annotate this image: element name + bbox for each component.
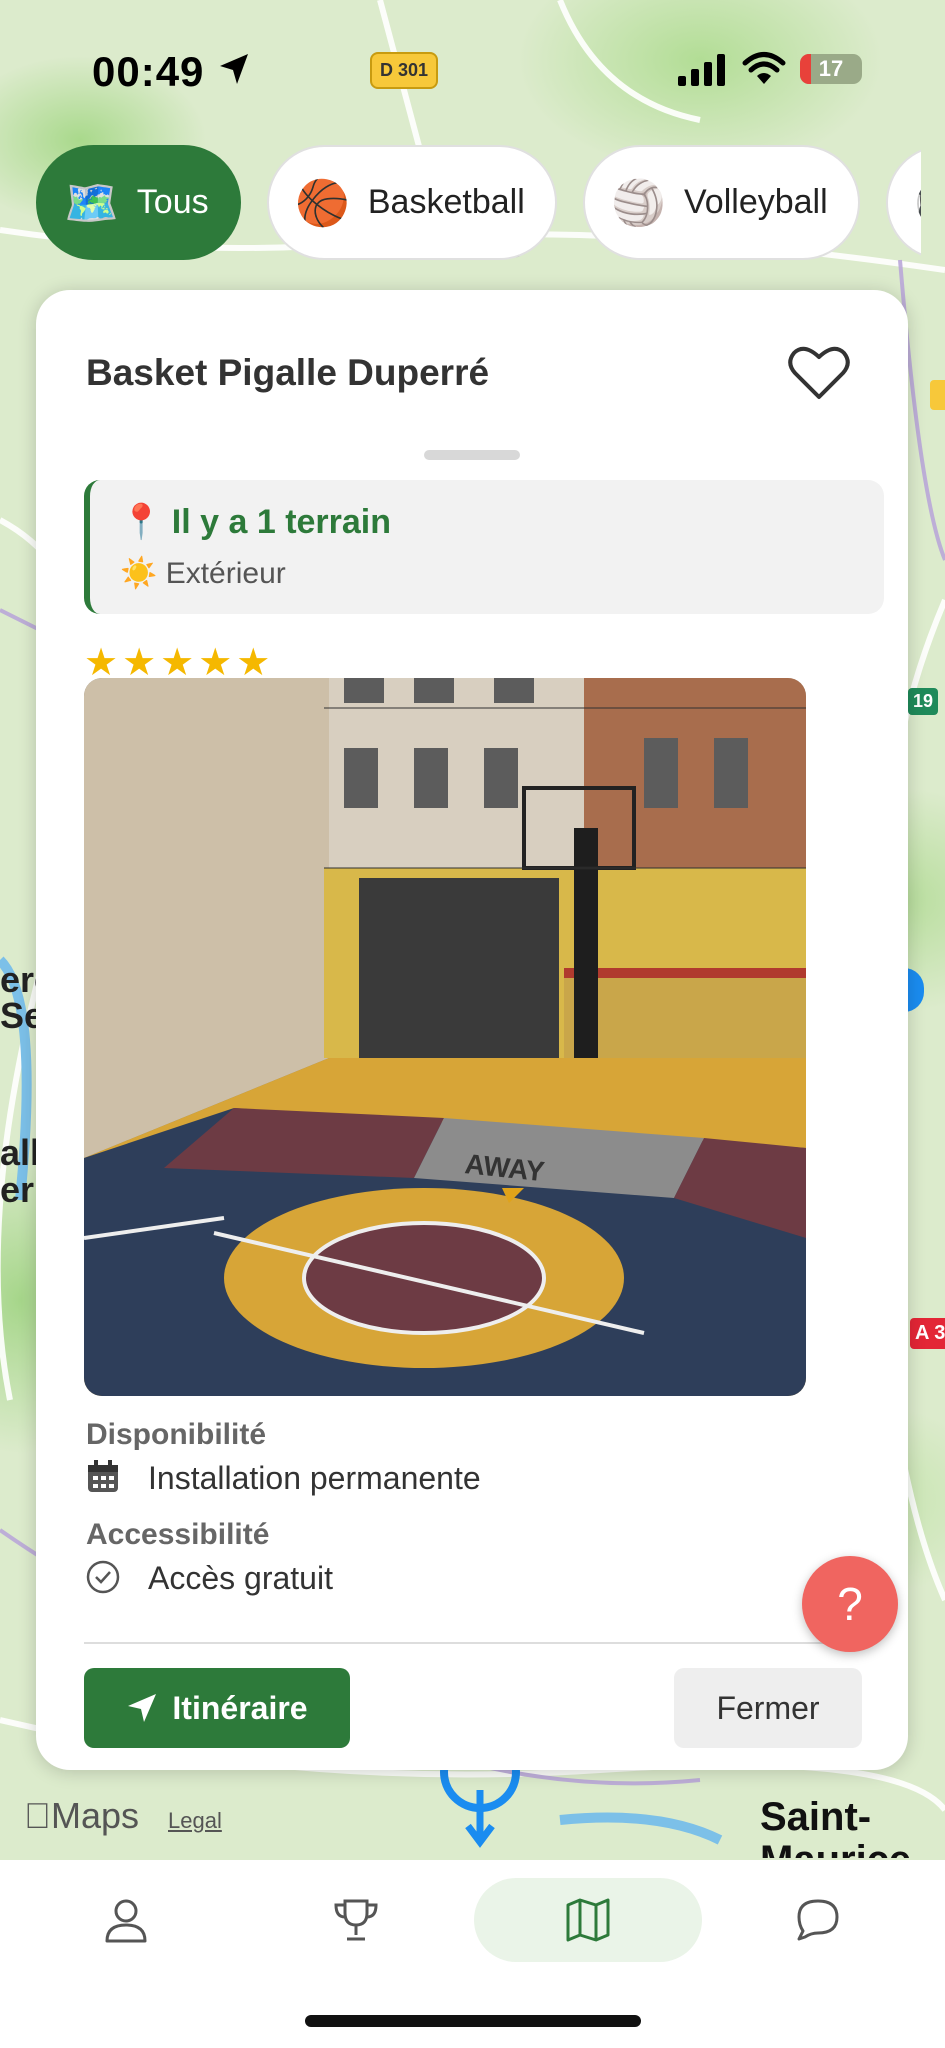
court-info-box: 📍 Il y a 1 terrain ☀️ Extérieur xyxy=(84,480,884,614)
close-button[interactable]: Fermer xyxy=(674,1668,862,1748)
calendar-icon xyxy=(88,1460,118,1492)
filter-chip-label: Basketball xyxy=(367,183,525,221)
tab-profile[interactable] xyxy=(66,1878,186,1962)
accessibility-value: Accès gratuit xyxy=(148,1560,333,1596)
filter-chip-label: Volleyball xyxy=(684,183,828,221)
map-label: all xyxy=(0,1132,41,1173)
battery-level: 17 xyxy=(818,56,844,81)
favorite-heart-icon[interactable] xyxy=(788,345,850,401)
battery-indicator: 17 xyxy=(800,54,862,84)
status-bar: 00:49 D 301 17 xyxy=(0,30,945,110)
map-emoji-icon: 🗺️ xyxy=(64,178,119,228)
availability-label: Disponibilité xyxy=(86,1418,266,1451)
navigation-arrow-icon xyxy=(128,1694,157,1722)
location-arrow-icon xyxy=(220,54,248,84)
status-time: 00:49 xyxy=(92,48,205,95)
divider xyxy=(84,1642,856,1644)
apple-logo-icon:  xyxy=(24,1795,51,1836)
cellular-signal-icon xyxy=(678,54,725,86)
court-count: 📍 Il y a 1 terrain xyxy=(120,503,392,541)
road-badge xyxy=(930,380,945,410)
legal-link[interactable]: Legal xyxy=(168,1808,222,1834)
directions-button[interactable]: Itinéraire xyxy=(84,1668,350,1748)
road-badge: 19 xyxy=(908,688,939,715)
road-badge: D 301 xyxy=(370,52,439,89)
accessibility-label: Accessibilité xyxy=(86,1518,270,1551)
drag-handle[interactable] xyxy=(424,450,520,460)
pin-icon: 📍 xyxy=(120,503,163,541)
trophy-icon xyxy=(334,1899,378,1941)
road-badge: A 3 xyxy=(910,1318,945,1349)
filter-chip-all[interactable]: 🗺️ Tous xyxy=(36,145,241,260)
court-title: Basket Pigalle Duperré xyxy=(86,352,490,393)
court-photo-illustration: AWAY xyxy=(84,678,806,1396)
filter-chip-volleyball[interactable]: 🏐 Volleyball xyxy=(583,145,860,260)
home-indicator xyxy=(305,2015,641,2027)
tab-trophies[interactable] xyxy=(296,1878,416,1962)
volleyball-icon: 🏐 xyxy=(611,178,666,228)
availability-value: Installation permanente xyxy=(148,1460,481,1496)
map-label-saint-maurice: Saint- Maurice xyxy=(760,1795,911,1858)
directions-label: Itinéraire xyxy=(172,1689,308,1726)
court-type: ☀️ Extérieur xyxy=(120,557,286,590)
court-detail-card: Basket Pigalle Duperré 📍 Il y a 1 terrai… xyxy=(36,290,908,1770)
tab-chat[interactable] xyxy=(758,1878,878,1962)
court-photo[interactable]: AWAY xyxy=(84,678,806,1396)
help-button[interactable]: ? xyxy=(802,1556,898,1652)
soccer-ball-icon: ⚽ xyxy=(914,177,921,229)
map-icon xyxy=(566,1898,610,1942)
sport-filter-chips: 🗺️ Tous 🏀 Basketball 🏐 Volleyball ⚽ xyxy=(36,145,921,260)
bottom-tab-bar xyxy=(0,1860,945,2048)
sun-icon: ☀️ xyxy=(120,557,158,590)
filter-chip-label: Tous xyxy=(136,183,209,221)
filter-chip-football[interactable]: ⚽ xyxy=(886,145,921,260)
basketball-icon: 🏀 xyxy=(295,178,350,228)
filter-chip-basketball[interactable]: 🏀 Basketball xyxy=(267,145,557,260)
wifi-icon xyxy=(742,52,786,84)
check-circle-icon xyxy=(86,1560,120,1594)
chat-icon xyxy=(797,1899,839,1941)
apple-maps-logo: Maps xyxy=(24,1795,139,1836)
tab-map[interactable] xyxy=(474,1878,702,1962)
person-icon xyxy=(105,1899,147,1943)
